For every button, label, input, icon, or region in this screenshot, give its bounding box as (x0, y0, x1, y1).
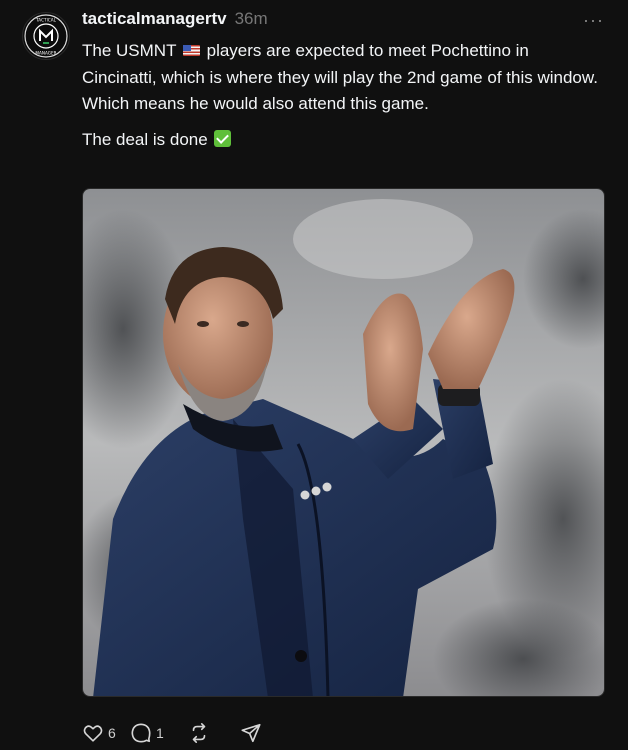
share-icon (241, 723, 261, 743)
more-options-icon[interactable]: ··· (583, 10, 604, 31)
svg-text:TACTICAL: TACTICAL (35, 18, 57, 23)
post-text-line3: The deal is done (82, 129, 208, 149)
like-count: 6 (108, 725, 116, 741)
post-text-line1-start: The USMNT (82, 41, 177, 60)
thread-post: TACTICAL MANAGER tacticalmanagertv 36m ·… (0, 0, 628, 750)
comment-icon (131, 723, 151, 743)
post-text-line2: Which means he would also attend this ga… (82, 94, 429, 113)
svg-text:MANAGER: MANAGER (35, 51, 56, 56)
heart-icon (83, 725, 103, 742)
timestamp[interactable]: 36m (235, 9, 268, 29)
post-actions: 6 1 (82, 722, 262, 744)
tactical-manager-logo-icon: TACTICAL MANAGER (24, 14, 68, 58)
avatar[interactable]: TACTICAL MANAGER (22, 12, 70, 60)
like-button[interactable]: 6 (82, 722, 130, 744)
post-text: The USMNT players are expected to meet P… (82, 38, 602, 153)
share-button[interactable] (240, 722, 262, 744)
photo-icon (83, 189, 604, 696)
repost-button[interactable] (188, 722, 240, 744)
us-flag-icon (182, 45, 200, 56)
post-image[interactable] (82, 188, 605, 697)
check-mark-icon (214, 129, 232, 147)
reply-count: 1 (156, 725, 164, 741)
repost-icon (192, 723, 206, 743)
reply-button[interactable]: 1 (130, 722, 188, 744)
username[interactable]: tacticalmanagertv (82, 9, 227, 29)
post-header: tacticalmanagertv 36m (82, 9, 268, 31)
